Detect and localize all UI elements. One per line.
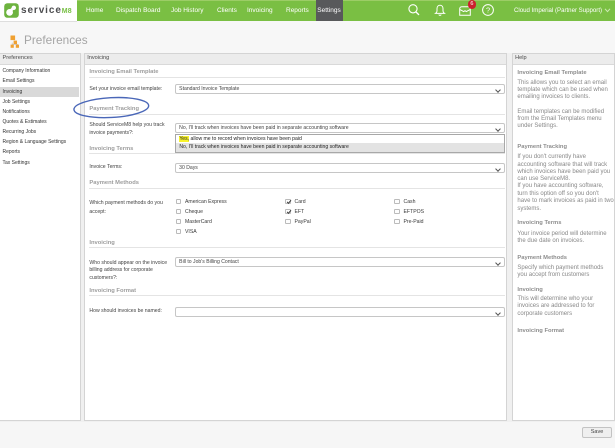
svg-text:?: ? xyxy=(486,6,490,15)
